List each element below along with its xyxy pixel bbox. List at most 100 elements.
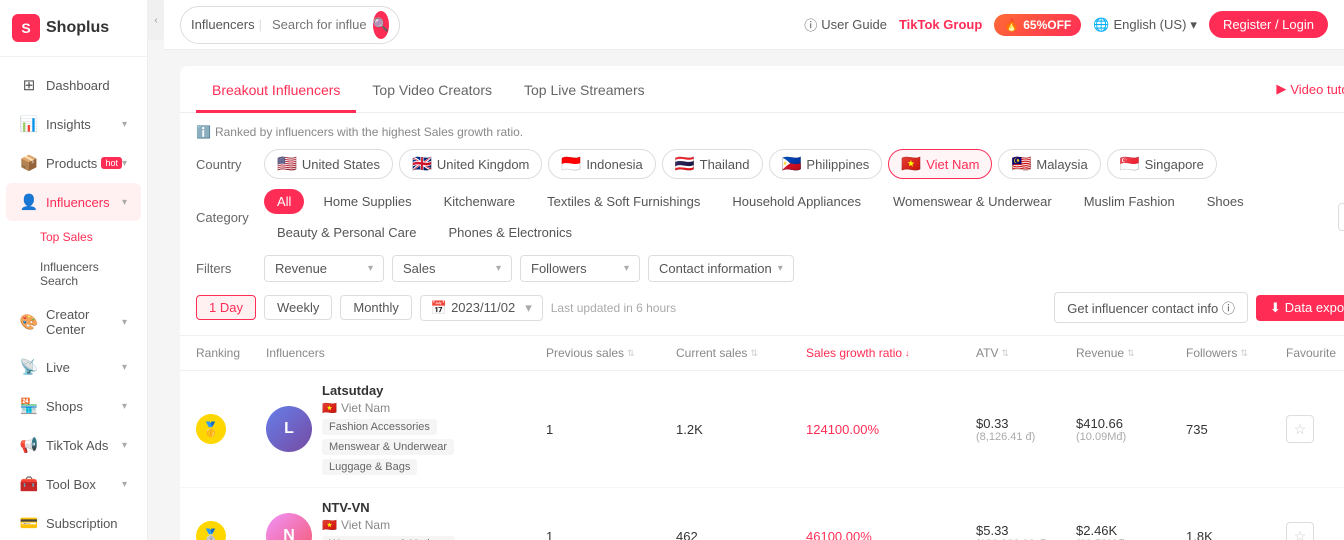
sidebar-item-subscription[interactable]: 💳 Subscription (6, 504, 141, 540)
cat-pill-muslim[interactable]: Muslim Fashion (1071, 189, 1188, 214)
cat-pill-shoes[interactable]: Shoes (1194, 189, 1257, 214)
search-button[interactable]: 🔍 (373, 11, 389, 39)
revenue-filter-label: Revenue (275, 261, 327, 276)
country-pill-ph[interactable]: 🇵🇭 Philippines (769, 149, 883, 179)
tiktok-group-link[interactable]: TikTok Group (899, 17, 982, 32)
search-bar[interactable]: Influencers | 🔍 (180, 6, 400, 44)
country-pill-th[interactable]: 🇹🇭 Thailand (662, 149, 763, 179)
tab-breakout-influencers[interactable]: Breakout Influencers (196, 66, 356, 113)
cat-pill-kitchenware[interactable]: Kitchenware (431, 189, 529, 214)
cat-pill-womenswear[interactable]: Womenswear & Underwear (880, 189, 1065, 214)
followers-cell: 735 (1186, 422, 1286, 437)
sidebar-subitem-influencers-search[interactable]: Influencers Search (0, 252, 147, 296)
tab-top-video-creators[interactable]: Top Video Creators (356, 66, 508, 113)
col-atv[interactable]: ATV ⇅ (976, 346, 1076, 360)
sidebar-item-tiktok-ads[interactable]: 📢 TikTok Ads ▾ (6, 426, 141, 464)
sidebar-item-insights[interactable]: 📊 Insights ▾ (6, 105, 141, 143)
data-export-button[interactable]: ⬇ Data export (1256, 295, 1344, 321)
favourite-star-button[interactable]: ☆ (1286, 415, 1314, 443)
growth-value: 124100.00% (806, 422, 879, 437)
tag[interactable]: Fashion Accessories (322, 419, 437, 435)
col-curr-sales-label: Current sales (676, 346, 747, 360)
sidebar-item-dashboard[interactable]: ⊞ Dashboard (6, 66, 141, 104)
cat-pill-phones[interactable]: Phones & Electronics (435, 220, 585, 245)
tabs-bar: Breakout Influencers Top Video Creators … (180, 66, 1344, 113)
country-label: Malaysia (1036, 157, 1087, 172)
sort-icon: ⇅ (627, 348, 635, 359)
rank-cell: 🥇 (196, 414, 266, 444)
sidebar-collapse-button[interactable]: ‹ (148, 0, 164, 40)
tag[interactable]: Luggage & Bags (322, 459, 417, 475)
country-name: Viet Nam (341, 401, 390, 415)
category-dropdown-button[interactable]: ▾ (1338, 203, 1344, 231)
col-curr-sales[interactable]: Current sales ⇅ (676, 346, 806, 360)
cat-pill-household[interactable]: Household Appliances (719, 189, 874, 214)
influencer-name[interactable]: NTV-VN (322, 500, 546, 515)
tag[interactable]: Womenswear & Under... (322, 536, 455, 540)
revenue-cell: $410.66 (10.09Mđ) (1076, 416, 1186, 443)
contact-filter-dropdown[interactable]: Contact information ▾ (648, 255, 794, 282)
country-pill-my[interactable]: 🇲🇾 Malaysia (998, 149, 1100, 179)
discount-badge[interactable]: 🔥 65%OFF (994, 14, 1081, 36)
chevron-icon: ▾ (122, 362, 127, 373)
favourite-star-button[interactable]: ☆ (1286, 522, 1314, 540)
sidebar-item-tool-box[interactable]: 🧰 Tool Box ▾ (6, 465, 141, 503)
country-pill-vn[interactable]: 🇻🇳 Viet Nam (888, 149, 992, 179)
dashboard-icon: ⊞ (20, 76, 38, 94)
toolbox-icon: 🧰 (20, 475, 38, 493)
country-pill-us[interactable]: 🇺🇸 United States (264, 149, 393, 179)
cat-pill-textiles[interactable]: Textiles & Soft Furnishings (534, 189, 713, 214)
col-revenue[interactable]: Revenue ⇅ (1076, 346, 1186, 360)
sidebar-item-live[interactable]: 📡 Live ▾ (6, 348, 141, 386)
country-pill-uk[interactable]: 🇬🇧 United Kingdom (399, 149, 542, 179)
tag[interactable]: Menswear & Underwear (322, 439, 454, 455)
time-monthly-button[interactable]: Monthly (340, 295, 412, 320)
followers-filter-dropdown[interactable]: Followers ▾ (520, 255, 640, 282)
country-pill-sg[interactable]: 🇸🇬 Singapore (1107, 149, 1217, 179)
sidebar-item-label: Shops (46, 399, 122, 414)
register-login-button[interactable]: Register / Login (1209, 11, 1328, 38)
sidebar-subitem-top-sales[interactable]: Top Sales (0, 222, 147, 252)
search-input[interactable] (266, 17, 373, 32)
chevron-icon: ▾ (122, 401, 127, 412)
revenue-value: $2.46K (1076, 523, 1186, 538)
col-growth[interactable]: Sales growth ratio ↓ (806, 346, 976, 360)
sales-filter-dropdown[interactable]: Sales ▾ (392, 255, 512, 282)
cat-pill-home-supplies[interactable]: Home Supplies (310, 189, 424, 214)
cat-pill-all[interactable]: All (264, 189, 304, 214)
col-prev-sales[interactable]: Previous sales ⇅ (546, 346, 676, 360)
sidebar-item-label: Products (46, 156, 97, 171)
user-guide-link[interactable]: ⓘ User Guide (804, 15, 887, 34)
sidebar-item-influencers[interactable]: 👤 Influencers ▾ (6, 183, 141, 221)
sidebar-item-products[interactable]: 📦 Products hot ▾ (6, 144, 141, 182)
col-followers[interactable]: Followers ⇅ (1186, 346, 1286, 360)
sidebar-nav: ⊞ Dashboard 📊 Insights ▾ 📦 Products hot … (0, 57, 147, 540)
col-ranking: Ranking (196, 346, 266, 360)
language-selector[interactable]: 🌐 English (US) ▾ (1093, 17, 1197, 33)
time-weekly-button[interactable]: Weekly (264, 295, 332, 320)
influencer-name[interactable]: Latsutday (322, 383, 546, 398)
date-picker[interactable]: 📅 2023/11/02 ▾ (420, 295, 543, 321)
col-revenue-label: Revenue (1076, 346, 1124, 360)
sort-icon: ⇅ (1001, 348, 1009, 359)
video-tutorial-link[interactable]: ▶ Video tutorial (1276, 81, 1344, 97)
tab-top-live-streamers[interactable]: Top Live Streamers (508, 66, 661, 113)
cat-pill-beauty[interactable]: Beauty & Personal Care (264, 220, 429, 245)
sidebar-item-creator-center[interactable]: 🎨 Creator Center ▾ (6, 297, 141, 347)
revenue-sub-value: (10.09Mđ) (1076, 431, 1186, 443)
col-influencers-label: Influencers (266, 346, 325, 360)
atv-sub-value: (8,126.41 đ) (976, 431, 1076, 443)
get-contact-info-button[interactable]: Get influencer contact info ⓘ (1054, 292, 1248, 323)
logo[interactable]: S Shoplus (0, 0, 147, 57)
country-pill-id[interactable]: 🇮🇩 Indonesia (548, 149, 655, 179)
col-prev-sales-label: Previous sales (546, 346, 624, 360)
influencer-country: 🇻🇳 Viet Nam (322, 518, 546, 532)
revenue-filter-dropdown[interactable]: Revenue ▾ (264, 255, 384, 282)
col-followers-label: Followers (1186, 346, 1237, 360)
time-1day-button[interactable]: 1 Day (196, 295, 256, 320)
sales-filter-label: Sales (403, 261, 436, 276)
ph-flag: 🇵🇭 (782, 154, 802, 174)
live-icon: 📡 (20, 358, 38, 376)
sidebar-item-shops[interactable]: 🏪 Shops ▾ (6, 387, 141, 425)
search-type-dropdown[interactable]: Influencers (191, 17, 255, 32)
